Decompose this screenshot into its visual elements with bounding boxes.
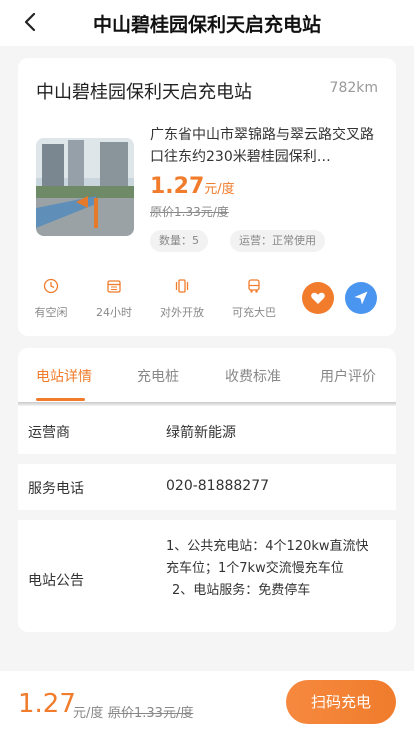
station-address: 广东省中山市翠锦路与翠云路交叉路口往东约230米碧桂园保利… bbox=[150, 127, 374, 165]
notice-label: 电站公告 bbox=[28, 573, 84, 589]
operator-value: 绿箭新能源 bbox=[166, 425, 236, 441]
notice-line: 1、公共充电站：4个120kw直流快充车位；1个7kw交流慢充车位 bbox=[166, 539, 369, 576]
phone-label: 服务电话 bbox=[28, 481, 84, 497]
calendar-icon bbox=[107, 280, 121, 293]
operator-label: 运营商 bbox=[28, 425, 70, 441]
feature-bus: 可充大巴 bbox=[224, 278, 284, 320]
station-price: 1.27 bbox=[150, 174, 205, 199]
scan-to-charge-button[interactable]: 扫码充电 bbox=[286, 680, 396, 724]
page-title: 中山碧桂园保利天启充电站 bbox=[92, 14, 321, 36]
feature-label: 可充大巴 bbox=[232, 306, 276, 319]
heart-icon bbox=[311, 292, 325, 304]
price-line: 1.27元/度 bbox=[150, 174, 235, 199]
tab-user-reviews[interactable]: 用户评价 bbox=[320, 366, 376, 386]
active-tab-indicator bbox=[36, 398, 85, 401]
bottom-price-unit: 元/度 bbox=[73, 706, 104, 721]
original-price: 原价1.33元/度 bbox=[150, 205, 229, 219]
feature-open: 对外开放 bbox=[152, 278, 212, 320]
feature-label: 对外开放 bbox=[160, 306, 204, 319]
station-notice: 1、公共充电站：4个120kw直流快充车位；1个7kw交流慢充车位 2、电站服务… bbox=[166, 536, 380, 602]
price-unit: 元/度 bbox=[204, 182, 235, 197]
notice-line: 2、电站服务：免费停车 bbox=[172, 583, 311, 598]
navigation-arrow-icon bbox=[354, 291, 368, 305]
feature-label: 24小时 bbox=[96, 306, 132, 319]
favorite-button[interactable] bbox=[302, 282, 334, 314]
station-photo[interactable] bbox=[36, 138, 134, 236]
tab-bar: 电站详情 充电桩 收费标准 用户评价 bbox=[18, 348, 396, 402]
bus-icon bbox=[248, 279, 260, 293]
status-tag: 运营：正常使用 bbox=[230, 230, 325, 252]
feature-available: 有空闲 bbox=[21, 278, 81, 320]
station-distance: 782km bbox=[329, 80, 378, 96]
phone-value[interactable]: 020-81888277 bbox=[166, 478, 269, 494]
tab-chargers[interactable]: 充电桩 bbox=[137, 366, 179, 386]
top-nav-bar: 中山碧桂园保利天启充电站 bbox=[0, 0, 414, 46]
tab-fee-standard[interactable]: 收费标准 bbox=[225, 366, 281, 386]
bottom-original-price: 原价1.33元/度 bbox=[108, 706, 194, 721]
tab-station-details[interactable]: 电站详情 bbox=[36, 366, 92, 386]
station-info-card: 中山碧桂园保利天启充电站 782km 广东省中山市翠锦路与翠云路交叉路口往东约2… bbox=[18, 58, 396, 336]
count-tag: 数量：5 bbox=[150, 230, 208, 252]
clock-icon bbox=[43, 278, 59, 294]
feature-24h: 24小时 bbox=[84, 278, 144, 320]
divider bbox=[18, 510, 396, 520]
station-name: 中山碧桂园保利天启充电站 bbox=[36, 82, 252, 103]
bottom-price: 1.27 bbox=[18, 689, 76, 719]
open-icon bbox=[175, 279, 189, 293]
divider bbox=[18, 454, 396, 464]
navigate-button[interactable] bbox=[345, 282, 377, 314]
bottom-action-bar: 1.27 元/度 原价1.33元/度 扫码充电 bbox=[0, 671, 414, 736]
station-details-card: 运营商 绿箭新能源 服务电话 020-81888277 电站公告 1、公共充电站… bbox=[18, 406, 396, 632]
feature-label: 有空闲 bbox=[34, 306, 68, 319]
